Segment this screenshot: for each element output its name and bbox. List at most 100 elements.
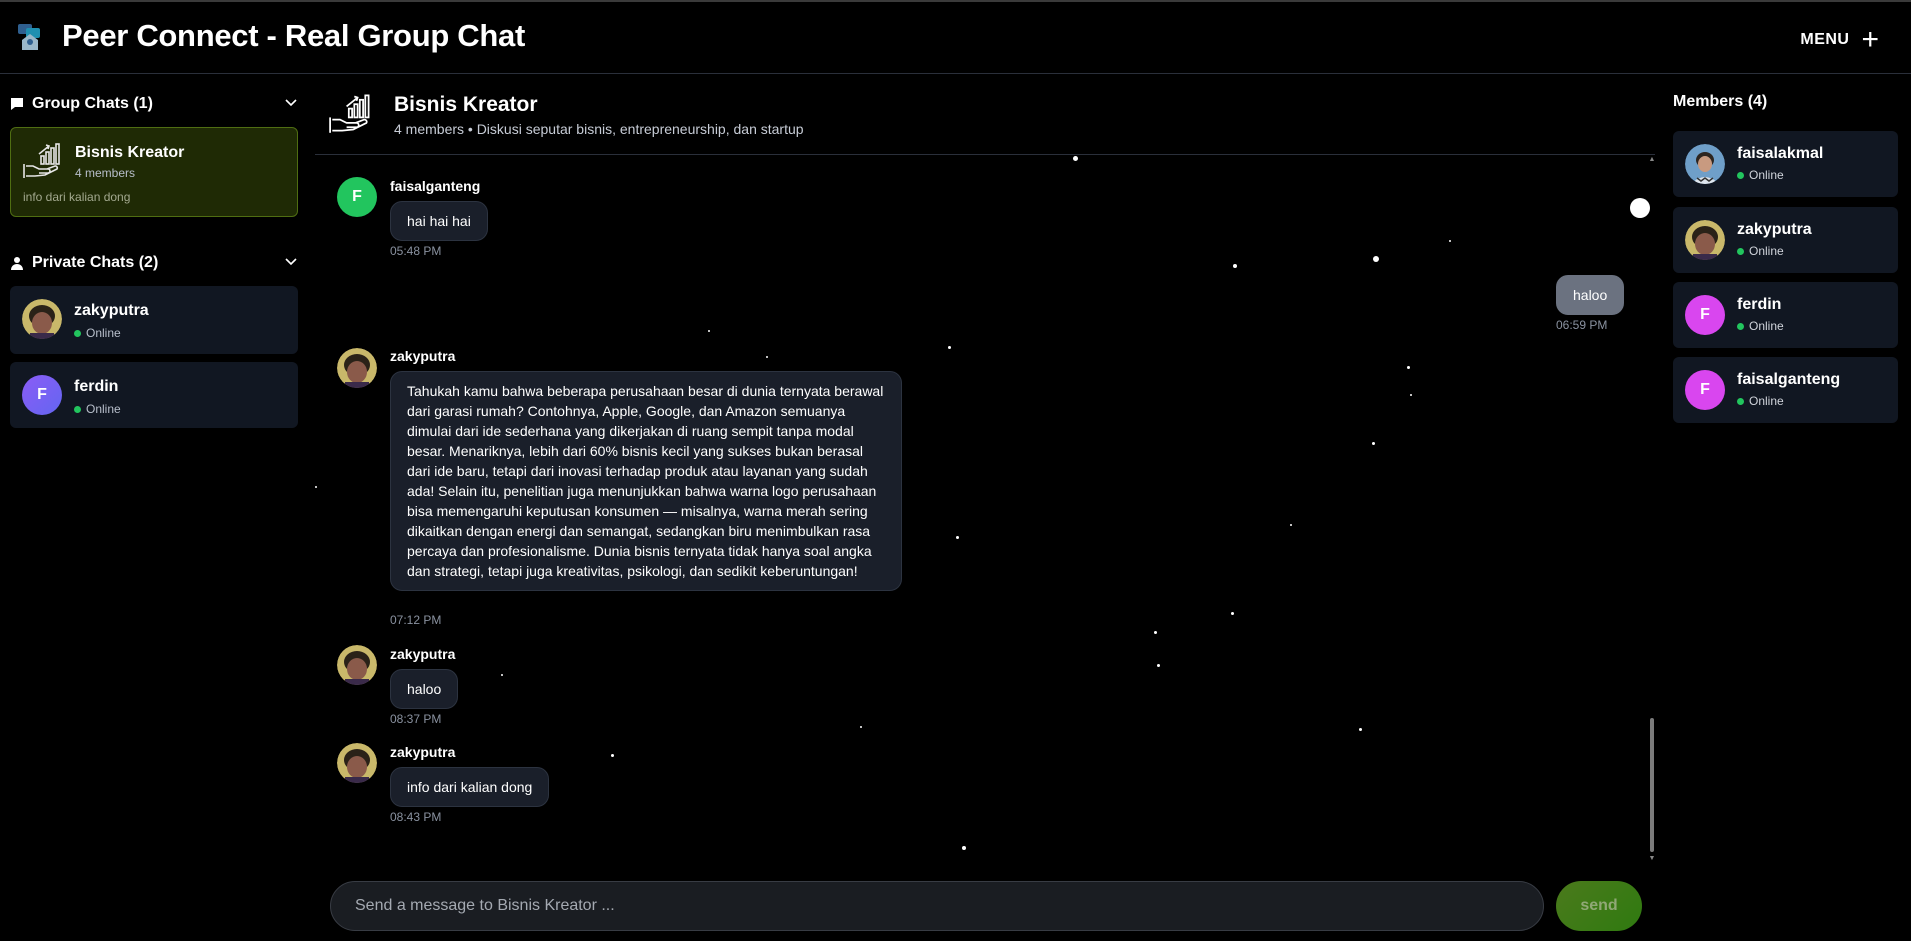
private-chats-header[interactable]: Private Chats (2) (10, 250, 298, 276)
menu-button[interactable]: MENU + (1800, 23, 1879, 56)
app-title: Peer Connect - Real Group Chat (62, 18, 525, 53)
chevron-down-icon[interactable] (284, 96, 298, 110)
chat-title: Bisnis Kreator (394, 93, 538, 116)
status-label: Online (1737, 168, 1784, 182)
member-item-zakyputra[interactable]: zakyputra Online (1673, 207, 1898, 273)
star-decoration (860, 726, 862, 728)
send-button[interactable]: send (1556, 881, 1642, 931)
private-chat-name: ferdin (74, 378, 119, 395)
status-label: Online (1737, 244, 1784, 258)
star-decoration (1410, 394, 1412, 396)
growth-chart-hand-icon (329, 94, 370, 133)
message-time: 08:43 PM (390, 810, 442, 824)
message-sender: zakyputra (390, 744, 456, 760)
status-label: Online (1737, 319, 1784, 333)
online-dot-icon (1737, 248, 1744, 256)
star-decoration (1373, 256, 1379, 262)
member-item-faisalganteng[interactable]: F faisalganteng Online (1673, 357, 1898, 423)
message-time: 06:59 PM (1556, 318, 1608, 332)
online-dot-icon (1737, 398, 1744, 406)
members-title: Members (4) (1673, 93, 1768, 110)
member-name: faisalganteng (1737, 371, 1841, 388)
growth-chart-hand-icon (23, 143, 60, 178)
user-icon (11, 257, 23, 270)
chat-subtitle: 4 members • Diskusi seputar bisnis, entr… (394, 121, 804, 137)
private-chat-item-zakyputra[interactable]: zakyputra Online (10, 286, 298, 354)
star-decoration (766, 356, 768, 358)
avatar (337, 348, 377, 388)
status-label: Online (1737, 394, 1784, 408)
status-text: Online (86, 326, 121, 340)
avatar: F (1685, 370, 1725, 410)
scroll-down-arrow-icon[interactable]: ▼ (1648, 855, 1656, 862)
star-decoration (1233, 264, 1237, 268)
status-text: Online (1749, 319, 1784, 333)
status-label: Online (74, 326, 121, 340)
star-decoration (1154, 631, 1157, 634)
scrollbar-thumb[interactable] (1650, 718, 1654, 852)
message-bubble: hai hai hai (390, 201, 488, 241)
chat-header: Bisnis Kreator 4 members • Diskusi seput… (315, 75, 1655, 155)
left-sidebar: Group Chats (1) Bisnis Kreator 4 members… (0, 75, 307, 941)
member-item-ferdin[interactable]: F ferdin Online (1673, 282, 1898, 348)
members-panel: Members (4) faisalakmal Online zakyputra… (1665, 75, 1911, 941)
scroll-up-arrow-icon[interactable]: ▲ (1648, 156, 1656, 163)
group-chats-header[interactable]: Group Chats (1) (10, 91, 298, 117)
message-bubble: Tahukah kamu bahwa beberapa perusahaan b… (390, 371, 902, 591)
avatar (1685, 220, 1725, 260)
star-decoration (962, 846, 966, 850)
star-decoration (501, 674, 503, 676)
star-decoration (708, 330, 710, 332)
avatar: F (337, 177, 377, 217)
online-dot-icon (1737, 323, 1744, 331)
avatar (22, 299, 62, 339)
app-logo-icon (18, 24, 40, 50)
online-dot-icon (74, 406, 81, 414)
message-bubble: haloo (390, 669, 459, 709)
group-chats-title: Group Chats (1) (32, 95, 153, 112)
group-chat-name: Bisnis Kreator (75, 144, 185, 161)
group-chat-member-count: 4 members (75, 166, 136, 180)
message-time: 05:48 PM (390, 244, 442, 258)
private-chat-item-ferdin[interactable]: F ferdin Online (10, 362, 298, 428)
message-time: 08:37 PM (390, 712, 442, 726)
member-item-faisalakmal[interactable]: faisalakmal Online (1673, 131, 1898, 197)
group-chat-item-bisnis-kreator[interactable]: Bisnis Kreator 4 members info dari kalia… (10, 127, 298, 217)
star-decoration (948, 346, 951, 349)
chat-bubble-icon (11, 98, 23, 110)
online-dot-icon (74, 330, 81, 338)
member-name: zakyputra (1737, 221, 1812, 238)
star-decoration (1359, 728, 1362, 731)
star-decoration (956, 536, 959, 539)
status-text: Online (86, 402, 121, 416)
menu-label: MENU (1800, 31, 1850, 48)
avatar (337, 645, 377, 685)
app-header: Peer Connect - Real Group Chat MENU + (0, 2, 1911, 74)
status-text: Online (1749, 244, 1784, 258)
star-decoration (1407, 366, 1410, 369)
message-input[interactable] (330, 881, 1544, 931)
star-decoration (1290, 524, 1292, 526)
group-chat-last-message: info dari kalian dong (23, 190, 131, 204)
status-label: Online (74, 402, 121, 416)
message-time: 07:12 PM (390, 613, 442, 627)
star-decoration (1630, 198, 1650, 218)
avatar: F (1685, 295, 1725, 335)
plus-icon: + (1861, 23, 1879, 56)
message-sender: faisalganteng (390, 178, 481, 194)
star-decoration (315, 486, 317, 488)
chevron-down-icon[interactable] (284, 255, 298, 269)
message-bubble: info dari kalian dong (390, 767, 550, 807)
message-list[interactable]: F faisalganteng hai hai hai 05:48 PM hal… (315, 156, 1655, 862)
star-decoration (1157, 664, 1160, 667)
private-chats-title: Private Chats (2) (32, 254, 159, 271)
star-decoration (1449, 240, 1451, 242)
online-dot-icon (1737, 172, 1744, 180)
star-decoration (611, 754, 614, 757)
star-decoration (1372, 442, 1375, 445)
own-message-bubble: haloo (1556, 275, 1625, 315)
status-text: Online (1749, 168, 1784, 182)
avatar: F (22, 375, 62, 415)
star-decoration (1231, 612, 1234, 615)
message-sender: zakyputra (390, 348, 456, 364)
